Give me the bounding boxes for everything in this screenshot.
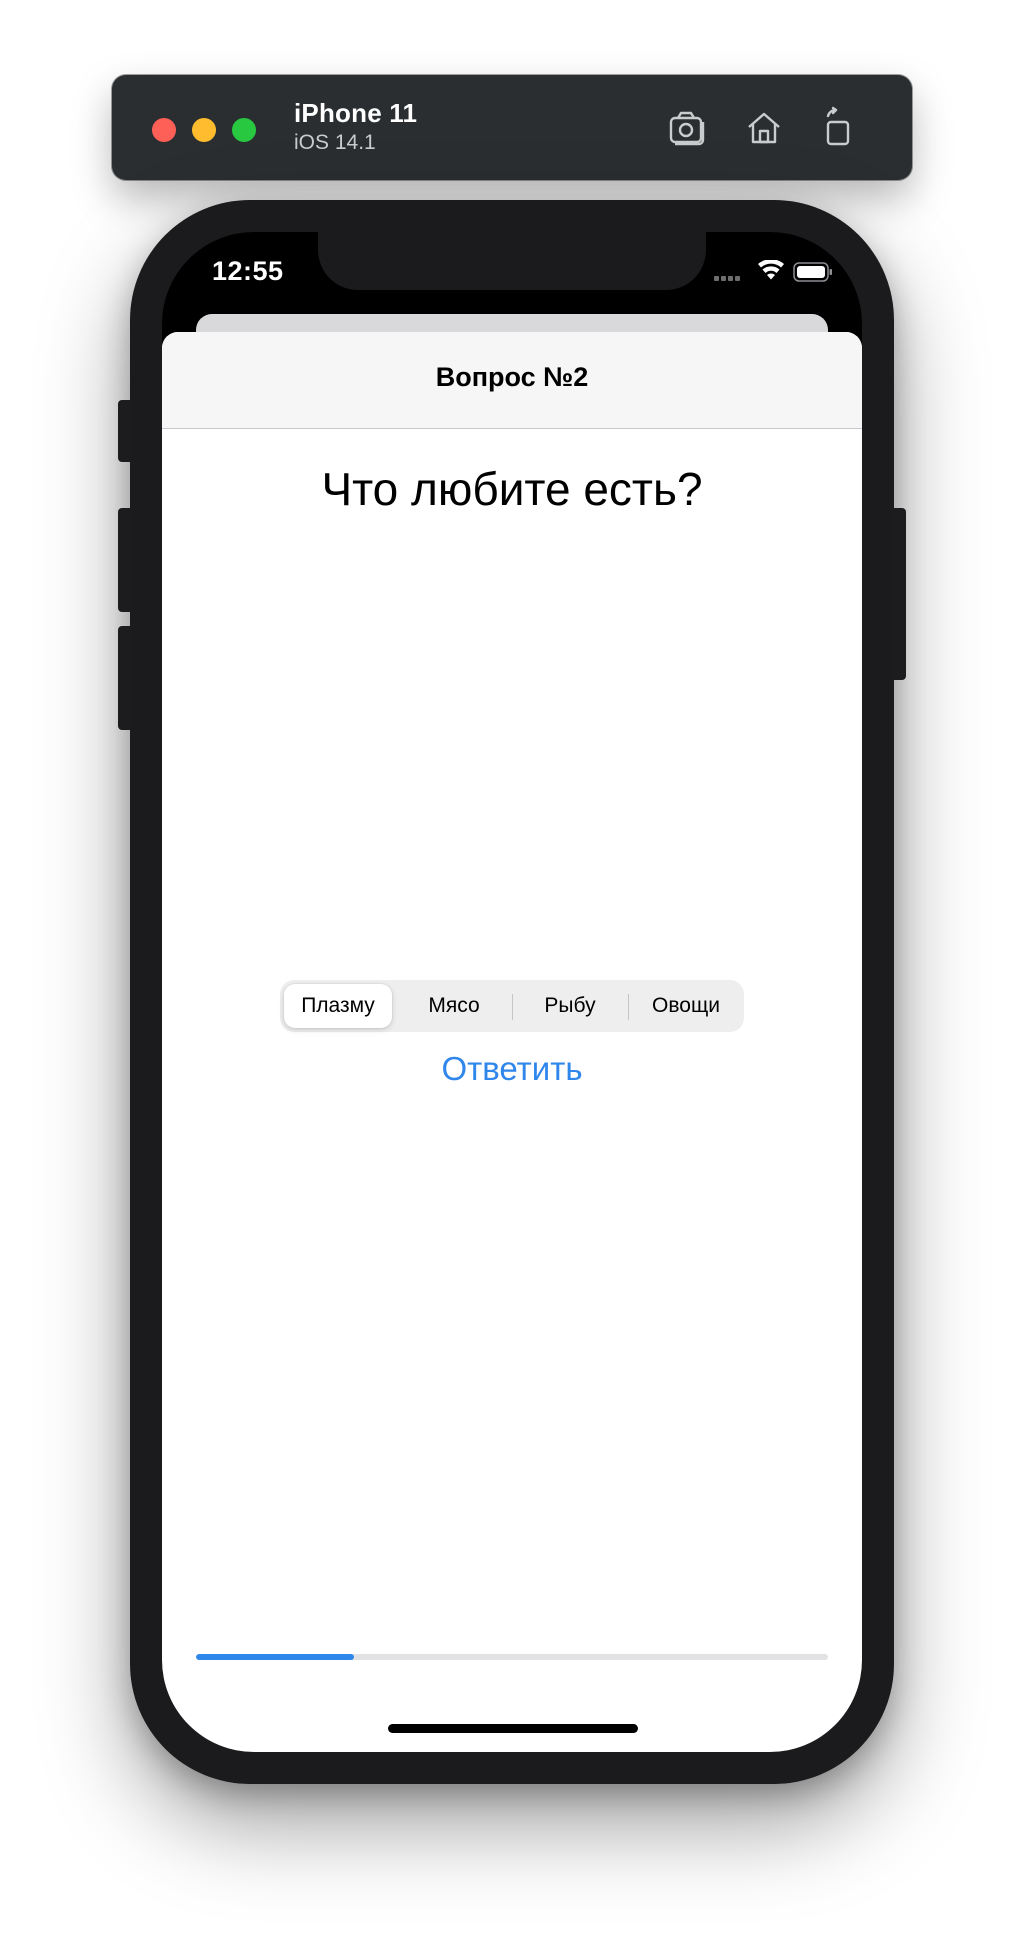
segment-vegetables[interactable]: Овощи	[628, 984, 744, 1028]
close-window-button[interactable]	[152, 118, 176, 142]
answer-segmented-control[interactable]: Плазму Мясо Рыбу Овощи	[280, 980, 744, 1032]
progress-fill	[196, 1654, 354, 1660]
home-icon[interactable]	[742, 106, 786, 150]
minimize-window-button[interactable]	[192, 118, 216, 142]
wifi-icon	[758, 260, 784, 280]
status-icons	[714, 260, 834, 284]
os-version: iOS 14.1	[294, 131, 376, 154]
status-time: 12:55	[212, 256, 284, 286]
progress-bar	[196, 1654, 828, 1660]
battery-icon	[793, 262, 832, 282]
notch	[318, 232, 706, 290]
nav-title: Вопрос №2	[435, 362, 589, 392]
modal-sheet: Вопрос №2 Что любите есть? Плазму Мясо Р…	[162, 332, 862, 1752]
segment-meat[interactable]: Мясо	[396, 984, 512, 1028]
cellular-icon	[714, 276, 740, 281]
screenshot-icon[interactable]	[666, 106, 710, 150]
device-name: iPhone 11	[294, 98, 418, 128]
segment-plasma[interactable]: Плазму	[284, 984, 392, 1028]
simulator-title-bar: iPhone 11 iOS 14.1	[112, 75, 912, 180]
rotate-icon[interactable]	[816, 106, 860, 150]
answer-button[interactable]: Ответить	[162, 1050, 862, 1088]
zoom-window-button[interactable]	[232, 118, 256, 142]
home-indicator[interactable]	[388, 1724, 638, 1733]
phone-screen: 12:55 Вопрос №2 Что любите есть? Плазму …	[162, 232, 862, 1752]
navigation-bar: Вопрос №2	[162, 332, 862, 429]
question-label: Что любите есть?	[321, 463, 703, 515]
segment-fish[interactable]: Рыбу	[512, 984, 628, 1028]
